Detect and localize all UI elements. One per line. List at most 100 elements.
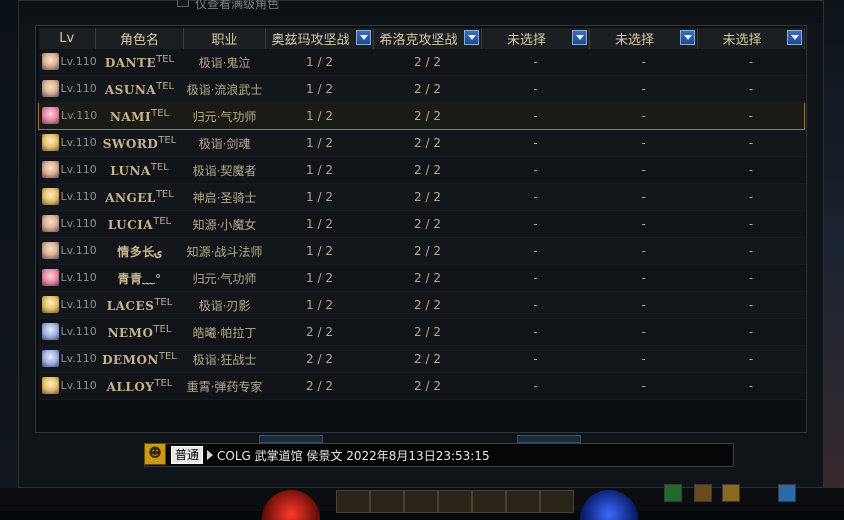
dungeon-3-progress: - — [481, 237, 590, 265]
dungeon-4-progress: - — [589, 129, 698, 157]
chat-icon[interactable] — [778, 484, 796, 502]
dungeon-2-progress: 2 / 2 — [373, 372, 482, 400]
job-cell: 极诣·契魔者 — [183, 156, 266, 184]
max-level-only-checkbox[interactable] — [177, 0, 189, 7]
scroll-tab-right[interactable] — [517, 435, 581, 443]
level-cell: Lv.110 — [38, 49, 97, 76]
dungeon-3-progress: - — [481, 345, 590, 373]
header-dungeon-5: 未选择 — [697, 28, 805, 49]
skill-slot[interactable] — [438, 490, 472, 513]
skill-slot[interactable] — [506, 490, 540, 513]
level-text: Lv.110 — [60, 163, 97, 176]
dungeon-4-progress: - — [589, 318, 698, 346]
level-text: Lv.110 — [60, 379, 97, 392]
dungeon-5-progress: - — [697, 210, 805, 238]
character-row[interactable]: Lv.110 NAMITEL 归元·气功师 1 / 22 / 2--- — [38, 102, 805, 130]
job-cell: 知源·战斗法师 — [183, 237, 266, 265]
level-text: Lv.110 — [60, 55, 97, 68]
name-cell: LUCIATEL — [95, 210, 184, 238]
dungeon-3-progress: - — [481, 264, 590, 292]
dungeon-4-progress: - — [589, 291, 698, 319]
dungeon-3-progress: - — [481, 318, 590, 346]
character-row[interactable]: Lv.110 青青﹏° 归元·气功师 1 / 22 / 2--- — [38, 264, 805, 292]
background-right — [824, 0, 844, 511]
name-cell: DEMONTEL — [95, 345, 184, 373]
level-text: Lv.110 — [60, 298, 97, 311]
character-row[interactable]: Lv.110 LACESTEL 极诣·刃影 1 / 22 / 2--- — [38, 291, 805, 319]
character-row[interactable]: Lv.110 ANGELTEL 神启·圣骑士 1 / 22 / 2--- — [38, 183, 805, 211]
character-row[interactable]: Lv.110 情多长ۍ 知源·战斗法师 1 / 22 / 2--- — [38, 237, 805, 265]
dungeon-5-dropdown-button[interactable] — [787, 30, 802, 45]
scroll-tab-left[interactable] — [259, 435, 323, 443]
level-cell: Lv.110 — [38, 318, 97, 346]
dungeon-3-progress: - — [481, 129, 590, 157]
character-row[interactable]: Lv.110 ALLOYTEL 重霄·弹药专家 2 / 22 / 2--- — [38, 372, 805, 400]
job-cell: 知源·小魔女 — [183, 210, 266, 238]
dungeon-4-progress: - — [589, 75, 698, 103]
character-row[interactable]: Lv.110 LUCIATEL 知源·小魔女 1 / 22 / 2--- — [38, 210, 805, 238]
avatar-icon — [41, 53, 59, 70]
character-row[interactable]: Lv.110 DANTETEL 极诣·鬼泣 1 / 22 / 2--- — [38, 49, 805, 76]
dungeon-2-dropdown-button[interactable] — [464, 30, 479, 45]
chat-emote-icon[interactable]: ☻ — [144, 443, 166, 465]
server-suffix: TEL — [155, 189, 174, 200]
server-suffix: TEL — [153, 324, 172, 335]
dungeon-2-progress: 2 / 2 — [373, 237, 482, 265]
skill-slot[interactable] — [540, 490, 574, 513]
server-suffix: TEL — [158, 351, 177, 362]
character-name: ASUNA — [104, 83, 157, 97]
character-name: LUCIA — [107, 218, 154, 232]
name-cell: LUNATEL — [95, 156, 184, 184]
dungeon-3-dropdown-button[interactable] — [572, 30, 587, 45]
name-cell: 情多长ۍ — [95, 237, 184, 265]
character-row[interactable]: Lv.110 SWORDTEL 极诣·剑魂 1 / 22 / 2--- — [38, 129, 805, 157]
job-cell: 重霄·弹药专家 — [183, 372, 266, 400]
level-text: Lv.110 — [60, 82, 97, 95]
dungeon-1-progress: 1 / 2 — [265, 183, 374, 211]
name-cell: DANTETEL — [95, 49, 184, 76]
dungeon-1-progress: 1 / 2 — [265, 264, 374, 292]
dungeon-1-progress: 1 / 2 — [265, 237, 374, 265]
avatar-icon — [41, 161, 59, 178]
avatar-icon — [41, 188, 59, 205]
quest-icon[interactable] — [722, 484, 740, 502]
character-row[interactable]: Lv.110 ASUNATEL 极诣·流浪武士 1 / 22 / 2--- — [38, 75, 805, 103]
name-cell: ASUNATEL — [95, 75, 184, 103]
level-cell: Lv.110 — [38, 345, 97, 373]
chat-channel-selector[interactable]: 普通 — [171, 446, 204, 464]
dungeon-4-dropdown-button[interactable] — [680, 30, 695, 45]
job-cell: 归元·气功师 — [183, 264, 266, 292]
menu-icon[interactable] — [664, 484, 682, 502]
name-cell: ANGELTEL — [95, 183, 184, 211]
skill-slot[interactable] — [404, 490, 438, 513]
name-cell: NEMOTEL — [95, 318, 184, 346]
skill-slot[interactable] — [370, 490, 404, 513]
character-row[interactable]: Lv.110 DEMONTEL 极诣·狂战士 2 / 22 / 2--- — [38, 345, 805, 373]
dungeon-1-dropdown-button[interactable] — [356, 30, 371, 45]
background-left — [0, 0, 18, 511]
dungeon-2-progress: 2 / 2 — [373, 102, 482, 130]
header-dungeon-1: 奥兹玛攻坚战 — [265, 28, 374, 49]
skill-slot[interactable] — [472, 490, 506, 513]
name-cell: ALLOYTEL — [95, 372, 184, 400]
name-cell: LACESTEL — [95, 291, 184, 319]
server-suffix: TEL — [156, 54, 175, 65]
dungeon-5-progress: - — [697, 345, 805, 373]
dungeon-1-progress: 2 / 2 — [265, 345, 374, 373]
dungeon-1-progress: 1 / 2 — [265, 102, 374, 130]
server-suffix: TEL — [150, 162, 169, 173]
server-suffix: TEL — [151, 108, 170, 119]
inventory-icon[interactable] — [694, 484, 712, 502]
character-row[interactable]: Lv.110 NEMOTEL 皓曦·帕拉丁 2 / 22 / 2--- — [38, 318, 805, 346]
character-name: 情多长ۍ — [117, 244, 162, 259]
level-text: Lv.110 — [60, 217, 97, 230]
level-text: Lv.110 — [60, 271, 97, 284]
dungeon-2-progress: 2 / 2 — [373, 49, 482, 76]
dungeon-5-progress: - — [697, 237, 805, 265]
skill-slot[interactable] — [336, 490, 370, 513]
avatar-icon — [41, 242, 59, 259]
character-row[interactable]: Lv.110 LUNATEL 极诣·契魔者 1 / 22 / 2--- — [38, 156, 805, 184]
character-name: ALLOY — [106, 380, 155, 394]
level-cell: Lv.110 — [38, 237, 97, 265]
chat-bar[interactable]: ☻ 普通 COLG 武掌道馆 侯景文 2022年8月13日23:53:15 — [144, 443, 734, 467]
